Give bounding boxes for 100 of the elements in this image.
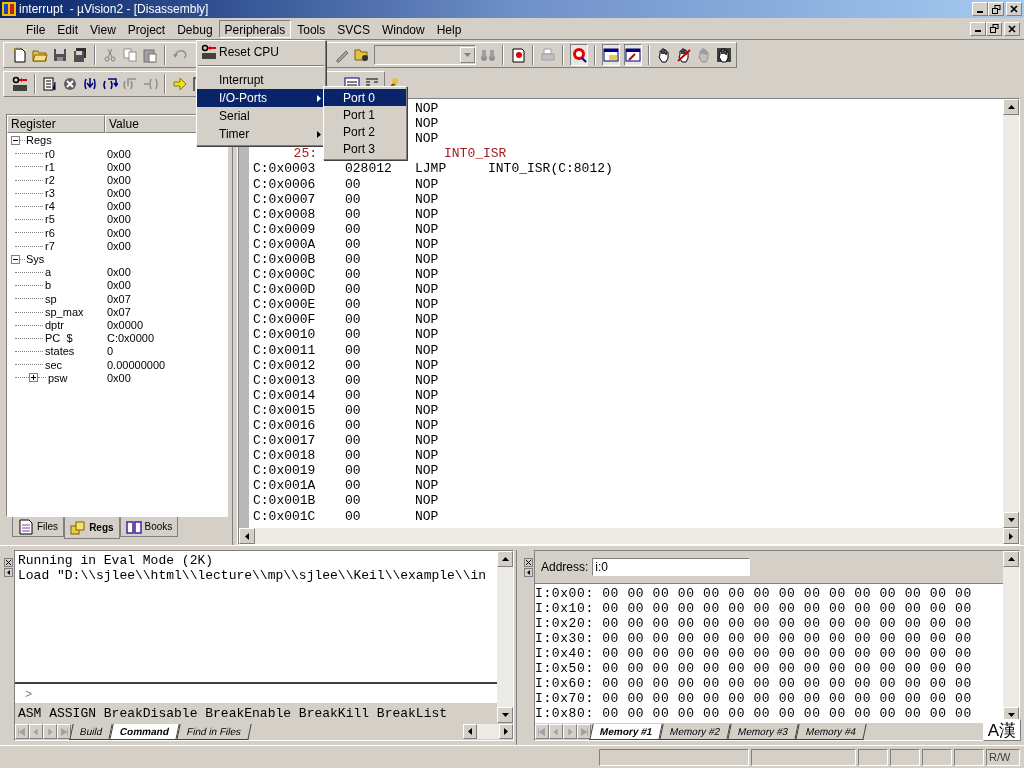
right-arrow-icon[interactable]: [504, 728, 508, 735]
horizontal-scrollbar[interactable]: [239, 528, 1019, 544]
bookmark-icon[interactable]: [510, 46, 526, 63]
paste-icon[interactable]: [142, 46, 158, 63]
list-icon[interactable]: [42, 75, 58, 92]
restore-button[interactable]: [986, 21, 1002, 36]
register-name: r5: [45, 212, 55, 228]
output-line: Running in Eval Mode (2K): [18, 553, 215, 568]
dropdown-button[interactable]: [460, 46, 475, 63]
mnemonic: NOP: [415, 434, 440, 448]
address: C:0x0007: [252, 192, 317, 206]
output-tab[interactable]: Build: [69, 723, 113, 740]
menu-item[interactable]: Project: [121, 19, 172, 38]
horizontal-scrollbar[interactable]: [463, 724, 513, 739]
panel-tab[interactable]: Books: [119, 517, 179, 537]
memory-row-text: I:0x20: 00 00 00 00 00 00 00 00 00 00 00 00 00 00 00: [535, 616, 973, 631]
restore-button[interactable]: [988, 2, 1004, 16]
reset-icon[interactable]: [12, 75, 28, 92]
minimize-button[interactable]: [972, 2, 988, 16]
mnemonic: NOP: [415, 509, 440, 523]
mnemonic: NOP: [415, 343, 440, 357]
toggle-button[interactable]: [602, 43, 620, 66]
collapse-icon[interactable]: [11, 136, 20, 146]
close-button[interactable]: [1004, 21, 1020, 36]
tree-item[interactable]: Regs: [26, 132, 52, 149]
menu-item[interactable]: I/O-Ports: [197, 89, 325, 107]
output-tab[interactable]: Command: [109, 723, 180, 740]
collapse-icon[interactable]: [11, 254, 20, 264]
left-arrow-icon[interactable]: [3, 568, 13, 577]
right-arrow-icon[interactable]: [1009, 532, 1013, 540]
menu-item[interactable]: Reset CPU: [197, 43, 325, 61]
up-arrow-icon[interactable]: [1007, 105, 1015, 109]
arrow-right-icon[interactable]: [172, 75, 188, 92]
left-arrow-icon[interactable]: [468, 728, 472, 735]
menu-item[interactable]: Port 2: [324, 123, 406, 140]
column-header[interactable]: Register: [7, 115, 105, 133]
address: C:0x0006: [252, 177, 317, 191]
output-tab[interactable]: Find in Files: [176, 723, 252, 740]
down-arrow-icon[interactable]: [501, 713, 509, 717]
panel-tab[interactable]: Regs: [64, 517, 120, 539]
save-icon[interactable]: [52, 46, 68, 63]
submenu-arrow-icon: [317, 94, 321, 102]
hand-box-icon[interactable]: [716, 46, 732, 63]
toggle-button[interactable]: [624, 43, 642, 66]
window-title: interrupt - µVision2 - [Disassembly]: [19, 1, 209, 18]
menu-item[interactable]: Port 0: [324, 89, 406, 106]
address: C:0x000D: [252, 283, 317, 297]
up-arrow-icon[interactable]: [501, 557, 509, 561]
menu-item[interactable]: View: [84, 19, 122, 38]
hand-crossed-icon[interactable]: [676, 46, 692, 63]
menu-item[interactable]: Tools: [291, 19, 332, 38]
output-tab[interactable]: Memory #3: [727, 723, 799, 740]
tree-item[interactable]: Sys: [26, 251, 45, 268]
down-arrow-icon[interactable]: [1007, 713, 1015, 717]
toggle-button[interactable]: [570, 43, 588, 66]
address: C:0x0008: [252, 207, 317, 221]
panel-tab[interactable]: Files: [12, 517, 65, 537]
restore-icon: [989, 24, 999, 33]
output-tab[interactable]: Memory #1: [589, 723, 663, 740]
save-all-icon[interactable]: [72, 46, 88, 63]
command-input[interactable]: >: [15, 684, 497, 704]
menu-item[interactable]: Help: [430, 19, 468, 38]
find-combo-box[interactable]: [374, 44, 476, 65]
output-tab[interactable]: Memory #2: [659, 723, 731, 740]
menu-item[interactable]: Window: [375, 19, 431, 38]
minimize-button[interactable]: [970, 21, 986, 36]
mnemonic: LJMP: [415, 162, 448, 176]
down-arrow-icon[interactable]: [1007, 518, 1015, 522]
ime-indicator[interactable]: A漢: [983, 719, 1021, 741]
menu-item[interactable]: Port 1: [324, 106, 406, 123]
register-value: 0x00: [107, 172, 131, 188]
menu-item[interactable]: Port 3: [324, 140, 406, 157]
mnemonic: NOP: [415, 373, 440, 387]
opcode: 028012: [345, 162, 393, 176]
step-over-icon[interactable]: [102, 75, 118, 92]
left-arrow-icon[interactable]: [245, 532, 249, 540]
menu-item[interactable]: File: [20, 19, 52, 38]
menu-item[interactable]: SVCS: [331, 19, 376, 38]
stop-icon[interactable]: [62, 75, 78, 92]
menu-item[interactable]: Edit: [51, 19, 85, 38]
close-icon[interactable]: [523, 558, 533, 567]
new-file-icon[interactable]: [12, 46, 28, 63]
find-folder-icon[interactable]: [354, 46, 370, 63]
menu-item[interactable]: Peripherals: [218, 19, 292, 38]
vertical-scrollbar[interactable]: [1003, 99, 1019, 528]
expand-icon[interactable]: [29, 373, 38, 383]
address-field[interactable]: i:0: [592, 558, 751, 576]
register-name: r1: [45, 159, 55, 175]
register-value: 0x07: [107, 291, 131, 307]
register-name: r3: [45, 186, 55, 202]
left-arrow-icon[interactable]: [523, 568, 533, 577]
vertical-scrollbar[interactable]: [497, 551, 513, 723]
minimize-icon: [977, 10, 983, 13]
output-tab[interactable]: Memory #4: [795, 723, 867, 740]
close-icon[interactable]: [3, 558, 13, 567]
close-button[interactable]: [1006, 2, 1022, 16]
step-into-icon[interactable]: [82, 75, 98, 92]
up-arrow-icon[interactable]: [1007, 557, 1015, 561]
hand-icon[interactable]: [656, 46, 672, 63]
menu-item[interactable]: Debug: [171, 19, 219, 38]
